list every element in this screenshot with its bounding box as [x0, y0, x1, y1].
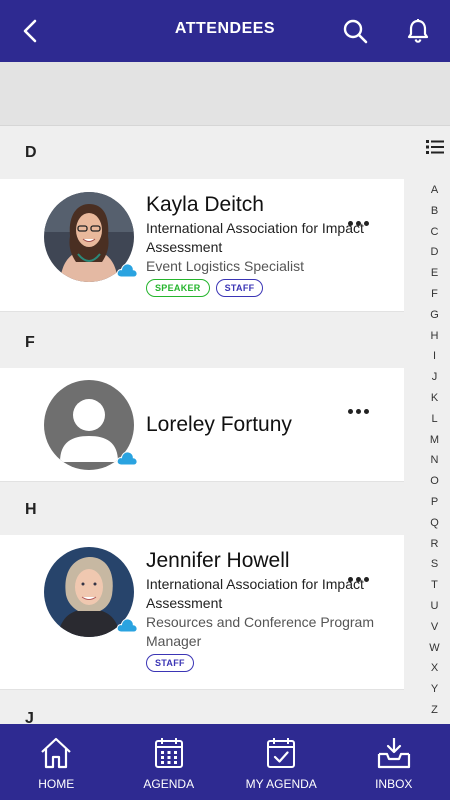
avatar — [44, 380, 138, 470]
attendee-organization: International Association for Impact Ass… — [146, 576, 364, 611]
index-letter-l[interactable]: L — [419, 409, 450, 430]
calendar-icon — [154, 738, 183, 768]
index-letter-s[interactable]: S — [419, 554, 450, 575]
index-letter-d[interactable]: D — [419, 242, 450, 263]
search-bar-area[interactable] — [0, 62, 450, 126]
index-letter-c[interactable]: C — [419, 222, 450, 243]
index-letter-v[interactable]: V — [419, 617, 450, 638]
index-letter-x[interactable]: X — [419, 658, 450, 679]
index-letter-w[interactable]: W — [419, 638, 450, 659]
notifications-button[interactable] — [401, 14, 435, 48]
badge-group: SPEAKER STAFF — [146, 279, 264, 297]
index-letter-u[interactable]: U — [419, 596, 450, 617]
attendee-role: Resources and Conference Program Manager — [146, 614, 375, 649]
index-letter-h[interactable]: H — [419, 326, 450, 347]
page-title: ATTENDEES — [174, 20, 276, 37]
index-letter-a[interactable]: A — [419, 180, 450, 201]
avatar — [44, 547, 138, 637]
tab-home[interactable]: HOME — [0, 724, 113, 800]
attendee-card-jennifer-howell[interactable]: Jennifer Howell International Associatio… — [0, 535, 404, 690]
more-options-button[interactable] — [348, 406, 370, 416]
index-letter-n[interactable]: N — [419, 450, 450, 471]
tab-inbox[interactable]: INBOX — [338, 724, 450, 800]
app-header: ATTENDEES — [0, 0, 450, 62]
search-icon — [343, 19, 368, 44]
index-letter-z[interactable]: Z — [419, 700, 450, 721]
index-letter-y[interactable]: Y — [419, 679, 450, 700]
staff-badge: STAFF — [215, 279, 264, 297]
cloud-icon — [116, 451, 138, 466]
badge-group: STAFF — [146, 654, 194, 672]
section-header-j: J — [25, 710, 34, 724]
speaker-badge: SPEAKER — [146, 279, 210, 297]
index-letter-f[interactable]: F — [419, 284, 450, 305]
staff-badge: STAFF — [146, 654, 194, 672]
tab-my-agenda-label: MY AGENDA — [245, 777, 317, 791]
index-letter-b[interactable]: B — [419, 201, 450, 222]
tab-inbox-label: INBOX — [375, 777, 413, 791]
tab-home-label: HOME — [38, 777, 75, 791]
attendee-role: Event Logistics Specialist — [146, 258, 304, 274]
home-icon — [41, 737, 71, 769]
tab-agenda[interactable]: AGENDA — [113, 724, 226, 800]
attendee-list[interactable]: D Kayla Deitch International Association… — [0, 127, 419, 724]
list-view-icon[interactable] — [426, 140, 444, 154]
avatar — [44, 192, 138, 282]
search-button[interactable] — [338, 14, 372, 48]
index-letter-q[interactable]: Q — [419, 513, 450, 534]
index-letter-i[interactable]: I — [419, 346, 450, 367]
bottom-tab-bar: HOME AGENDA MY AGENDA INBOX — [0, 724, 450, 800]
attendee-name: Kayla Deitch — [146, 193, 264, 216]
tab-my-agenda[interactable]: MY AGENDA — [225, 724, 338, 800]
index-letter-j[interactable]: J — [419, 367, 450, 388]
index-letter-e[interactable]: E — [419, 263, 450, 284]
inbox-icon — [377, 738, 410, 769]
attendee-name: Jennifer Howell — [146, 549, 290, 572]
index-letter-k[interactable]: K — [419, 388, 450, 409]
bell-icon — [407, 19, 429, 43]
cloud-icon — [116, 618, 138, 633]
section-header-d: D — [25, 144, 37, 161]
attendee-card-loreley-fortuny[interactable]: Loreley Fortuny — [0, 368, 404, 482]
index-letter-t[interactable]: T — [419, 575, 450, 596]
attendee-name: Loreley Fortuny — [146, 413, 292, 436]
tab-agenda-label: AGENDA — [143, 777, 195, 791]
index-letter-r[interactable]: R — [419, 534, 450, 555]
alphabet-index: ABCDEFGHIJKLMNOPQRSTUVWXYZ — [419, 127, 450, 724]
section-header-f: F — [25, 334, 35, 351]
index-letter-p[interactable]: P — [419, 492, 450, 513]
attendee-card-kayla-deitch[interactable]: Kayla Deitch International Association f… — [0, 179, 404, 312]
attendee-organization: International Association for Impact Ass… — [146, 220, 364, 255]
index-letter-g[interactable]: G — [419, 305, 450, 326]
index-letter-m[interactable]: M — [419, 430, 450, 451]
cloud-icon — [116, 263, 138, 278]
alphabet-letters: ABCDEFGHIJKLMNOPQRSTUVWXYZ — [419, 180, 450, 721]
calendar-check-icon — [267, 738, 296, 768]
section-header-h: H — [25, 501, 37, 518]
index-letter-o[interactable]: O — [419, 471, 450, 492]
